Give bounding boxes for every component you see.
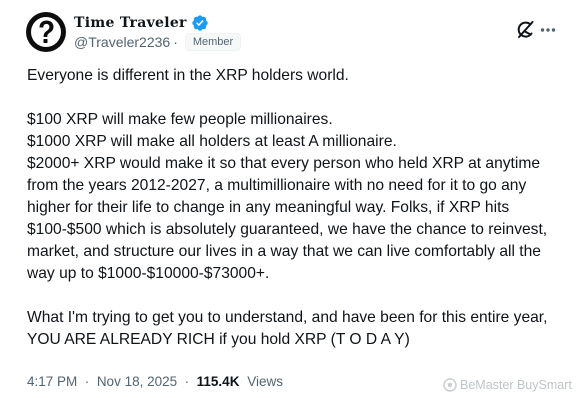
more-horizontal-icon: [540, 28, 556, 32]
separator-dot: ·: [81, 374, 94, 389]
separator-dot: ·: [180, 374, 193, 389]
tweet-paragraph: $100 XRP will make few people millionair…: [27, 111, 333, 128]
author-handle[interactable]: @Traveler2236: [74, 34, 170, 50]
author-name-text: Time Traveler: [74, 15, 187, 31]
verified-badge-icon[interactable]: [191, 14, 209, 32]
tweet-paragraph: Everyone is different in the XRP holders…: [27, 67, 349, 84]
question-mark-avatar-icon: [26, 12, 66, 52]
watermark-logo-icon: [443, 378, 457, 392]
separator-dot: ·: [173, 34, 178, 50]
watermark-text: BeMaster BuySmart: [460, 378, 572, 392]
author-display-name[interactable]: Time Traveler: [74, 14, 209, 32]
more-options-button[interactable]: [540, 20, 556, 40]
grok-icon: [517, 21, 534, 38]
author-handle-row: @Traveler2236 · Member: [74, 33, 242, 51]
tweet-date[interactable]: Nov 18, 2025: [97, 374, 177, 389]
member-badge[interactable]: Member: [184, 33, 242, 51]
tweet-time[interactable]: 4:17 PM: [27, 374, 77, 389]
grok-button[interactable]: [514, 19, 536, 41]
watermark: BeMaster BuySmart: [443, 378, 572, 392]
tweet-text: Everyone is different in the XRP holders…: [27, 65, 567, 351]
tweet-paragraph: $1000 XRP will make all holders at least…: [27, 133, 397, 150]
avatar[interactable]: [26, 12, 66, 52]
tweet-paragraph: $2000+ XRP would make it so that every p…: [27, 155, 548, 282]
tweet-paragraph: What I'm trying to get you to understand…: [27, 309, 548, 348]
views-label: Views: [247, 374, 283, 389]
tweet-meta: 4:17 PM · Nov 18, 2025 · 115.4K Views: [27, 374, 283, 389]
views-count[interactable]: 115.4K: [197, 374, 240, 389]
